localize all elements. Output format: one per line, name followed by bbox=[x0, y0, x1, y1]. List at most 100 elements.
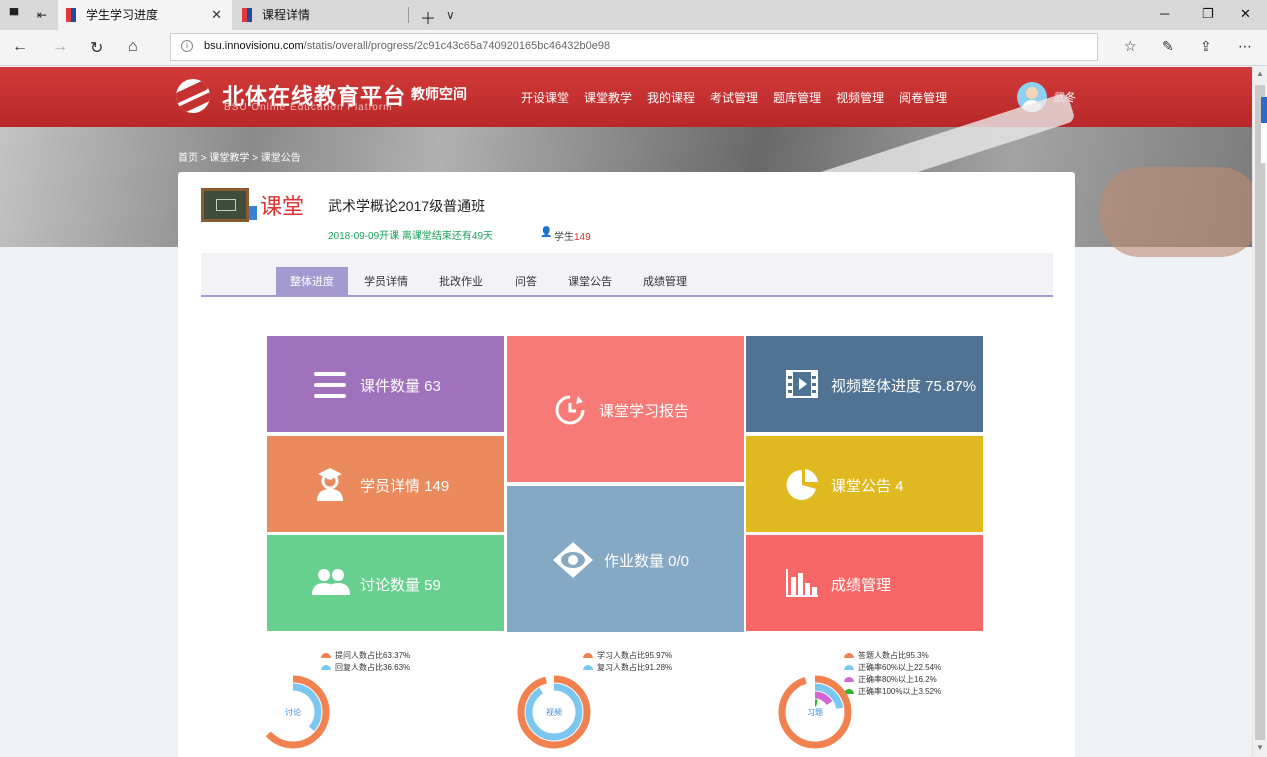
legend-item[interactable]: 复习人数占比91.28% bbox=[583, 662, 672, 674]
scrollbar-thumb[interactable] bbox=[1255, 85, 1265, 740]
discussion-label: 讨论数量 59 bbox=[360, 577, 441, 594]
window-close-icon[interactable]: ✕ bbox=[1240, 6, 1251, 22]
tab-actions-icon[interactable]: ▀ bbox=[6, 7, 22, 23]
breadcrumb[interactable]: 首页 > 课堂教学 > 课堂公告 bbox=[178, 149, 301, 164]
new-tab-icon[interactable]: ＋ bbox=[420, 5, 436, 29]
site-favicon-icon bbox=[66, 8, 76, 22]
course-card: 课堂 武术学概论2017级普通班 2018-09-09开课 离课堂结束还有49天… bbox=[178, 172, 1075, 757]
tab-overall-progress[interactable]: 整体进度 bbox=[276, 267, 348, 297]
course-title: 武术学概论2017级普通班 bbox=[328, 198, 486, 214]
tab-divider bbox=[408, 7, 409, 23]
tab-list-chevron-icon[interactable]: ∨ bbox=[446, 8, 455, 22]
course-date: 2018-09-09开课 离课堂结束还有49天 bbox=[328, 231, 494, 242]
nav-open-class[interactable]: 开设课堂 bbox=[521, 91, 569, 105]
donut-chart-discussion: 讨论 bbox=[256, 675, 330, 749]
course-tabs: 整体进度 学员详情 批改作业 问答 课堂公告 成绩管理 bbox=[201, 253, 1053, 297]
tile-courseware[interactable]: 课件数量 63 bbox=[267, 336, 504, 432]
ketang-label: 课堂 bbox=[260, 194, 305, 219]
list-icon bbox=[314, 372, 346, 398]
nav-exam-management[interactable]: 考试管理 bbox=[710, 91, 758, 105]
chart-legend-exercises: 答题人数占比95.3% 正确率60%以上22.54% 正确率80%以上16.2%… bbox=[844, 650, 941, 698]
legend-item[interactable]: 正确率80%以上16.2% bbox=[844, 674, 941, 686]
site-info-icon[interactable]: i bbox=[181, 40, 193, 52]
group-icon bbox=[312, 569, 350, 595]
blackboard-stand-icon bbox=[249, 206, 257, 220]
tile-video-progress[interactable]: 视频整体进度 75.87% bbox=[746, 336, 983, 432]
tab-student-details[interactable]: 学员详情 bbox=[357, 267, 415, 297]
tile-study-report[interactable]: 课堂学习报告 bbox=[507, 336, 744, 482]
set-aside-tabs-icon[interactable]: ⇤ bbox=[34, 7, 50, 23]
legend-item[interactable]: 回复人数占比36.63% bbox=[321, 662, 410, 674]
student-icon: 👤 bbox=[540, 227, 553, 238]
legend-swatch bbox=[844, 653, 854, 659]
tab-title: 课程详情 bbox=[262, 8, 311, 22]
tile-student-details[interactable]: 学员详情 149 bbox=[267, 436, 504, 532]
browser-tab-progress[interactable]: 学生学习进度 ✕ bbox=[58, 0, 232, 30]
more-icon[interactable]: ⋯ bbox=[1238, 38, 1252, 55]
side-panel-tab[interactable] bbox=[1261, 97, 1267, 123]
report-label: 课堂学习报告 bbox=[599, 403, 690, 420]
legend-swatch bbox=[321, 653, 331, 659]
history-clock-icon bbox=[555, 395, 585, 425]
url-text: bsu.innovisionu.com/statis/overall/progr… bbox=[204, 40, 611, 52]
students-label: 学员详情 149 bbox=[360, 478, 450, 495]
notes-pen-icon[interactable]: ✎ bbox=[1162, 38, 1174, 55]
restore-icon[interactable]: ❐ bbox=[1202, 6, 1214, 22]
tile-discussion[interactable]: 讨论数量 59 bbox=[267, 535, 504, 631]
donut-center-label: 讨论 bbox=[285, 707, 301, 717]
scroll-down-icon[interactable]: ▼ bbox=[1256, 743, 1264, 752]
legend-swatch bbox=[321, 665, 331, 671]
donut-center-label: 视频 bbox=[546, 707, 562, 717]
legend-item[interactable]: 学习人数占比95.97% bbox=[583, 650, 672, 662]
tab-announcements[interactable]: 课堂公告 bbox=[561, 267, 619, 297]
minimize-icon[interactable]: ─ bbox=[1160, 6, 1169, 21]
forward-icon[interactable]: → bbox=[52, 38, 68, 56]
donut-chart-exercises: 习题 bbox=[778, 675, 852, 749]
chart-legend-discussion: 提问人数占比63.37% 回复人数占比36.63% bbox=[321, 650, 410, 674]
legend-swatch bbox=[844, 665, 854, 671]
nav-my-courses[interactable]: 我的课程 bbox=[647, 91, 695, 105]
nav-grading[interactable]: 阅卷管理 bbox=[899, 91, 947, 105]
favorites-icon[interactable]: ☆ bbox=[1124, 38, 1137, 55]
video-progress-label: 视频整体进度 75.87% bbox=[831, 378, 977, 395]
tile-announcements[interactable]: 课堂公告 4 bbox=[746, 436, 983, 532]
bsu-logo-icon[interactable] bbox=[176, 79, 210, 113]
legend-item[interactable]: 答题人数占比95.3% bbox=[844, 650, 941, 662]
film-icon bbox=[786, 370, 818, 398]
bar-chart-icon bbox=[786, 569, 818, 597]
back-icon[interactable]: ← bbox=[12, 38, 28, 56]
nav-question-bank[interactable]: 题库管理 bbox=[773, 91, 821, 105]
tab-grade-homework[interactable]: 批改作业 bbox=[432, 267, 490, 297]
page-viewport: 北体在线教育平台 BSU Online Education Platform ·… bbox=[0, 67, 1252, 757]
tile-grade-management[interactable]: 成绩管理 bbox=[746, 535, 983, 631]
pie-chart-icon bbox=[786, 469, 818, 500]
chart-legend-video: 学习人数占比95.97% 复习人数占比91.28% bbox=[583, 650, 672, 674]
close-tab-icon[interactable]: ✕ bbox=[211, 0, 222, 30]
donut-chart-video: 视频 bbox=[517, 675, 591, 749]
student-count: 学生149 bbox=[554, 232, 591, 243]
site-favicon-icon bbox=[242, 8, 252, 22]
tab-qa[interactable]: 问答 bbox=[506, 267, 546, 297]
url-input[interactable]: i bsu.innovisionu.com/statis/overall/pro… bbox=[170, 33, 1098, 61]
legend-item[interactable]: 正确率60%以上22.54% bbox=[844, 662, 941, 674]
tile-homework[interactable]: 作业数量 0/0 bbox=[507, 486, 744, 632]
legend-item[interactable]: 提问人数占比63.37% bbox=[321, 650, 410, 662]
home-icon[interactable]: ⌂ bbox=[128, 38, 138, 56]
browser-tab-course-detail[interactable]: 课程详情 bbox=[234, 0, 408, 30]
nav-video-management[interactable]: 视频管理 bbox=[836, 91, 884, 105]
graduate-icon bbox=[317, 468, 343, 501]
refresh-icon[interactable]: ↻ bbox=[90, 38, 103, 58]
tab-grade-management[interactable]: 成绩管理 bbox=[636, 267, 694, 297]
address-bar-row: ← → ↻ ⌂ i bsu.innovisionu.com/statis/ove… bbox=[0, 30, 1267, 66]
courseware-label: 课件数量 63 bbox=[360, 378, 441, 395]
legend-item[interactable]: 正确率100%以上3.52% bbox=[844, 686, 941, 698]
donut-center-label: 习题 bbox=[807, 708, 823, 717]
logo-separator: · bbox=[394, 81, 400, 101]
share-icon[interactable]: ⇪ bbox=[1200, 38, 1212, 55]
nav-class-teaching[interactable]: 课堂教学 bbox=[584, 91, 632, 105]
blackboard-icon bbox=[201, 188, 249, 222]
teacher-space-label: 教师空间 bbox=[411, 86, 467, 102]
scroll-up-icon[interactable]: ▲ bbox=[1256, 69, 1264, 78]
grades-label: 成绩管理 bbox=[831, 577, 892, 594]
vertical-scrollbar[interactable]: ▲ ▼ bbox=[1252, 67, 1267, 757]
